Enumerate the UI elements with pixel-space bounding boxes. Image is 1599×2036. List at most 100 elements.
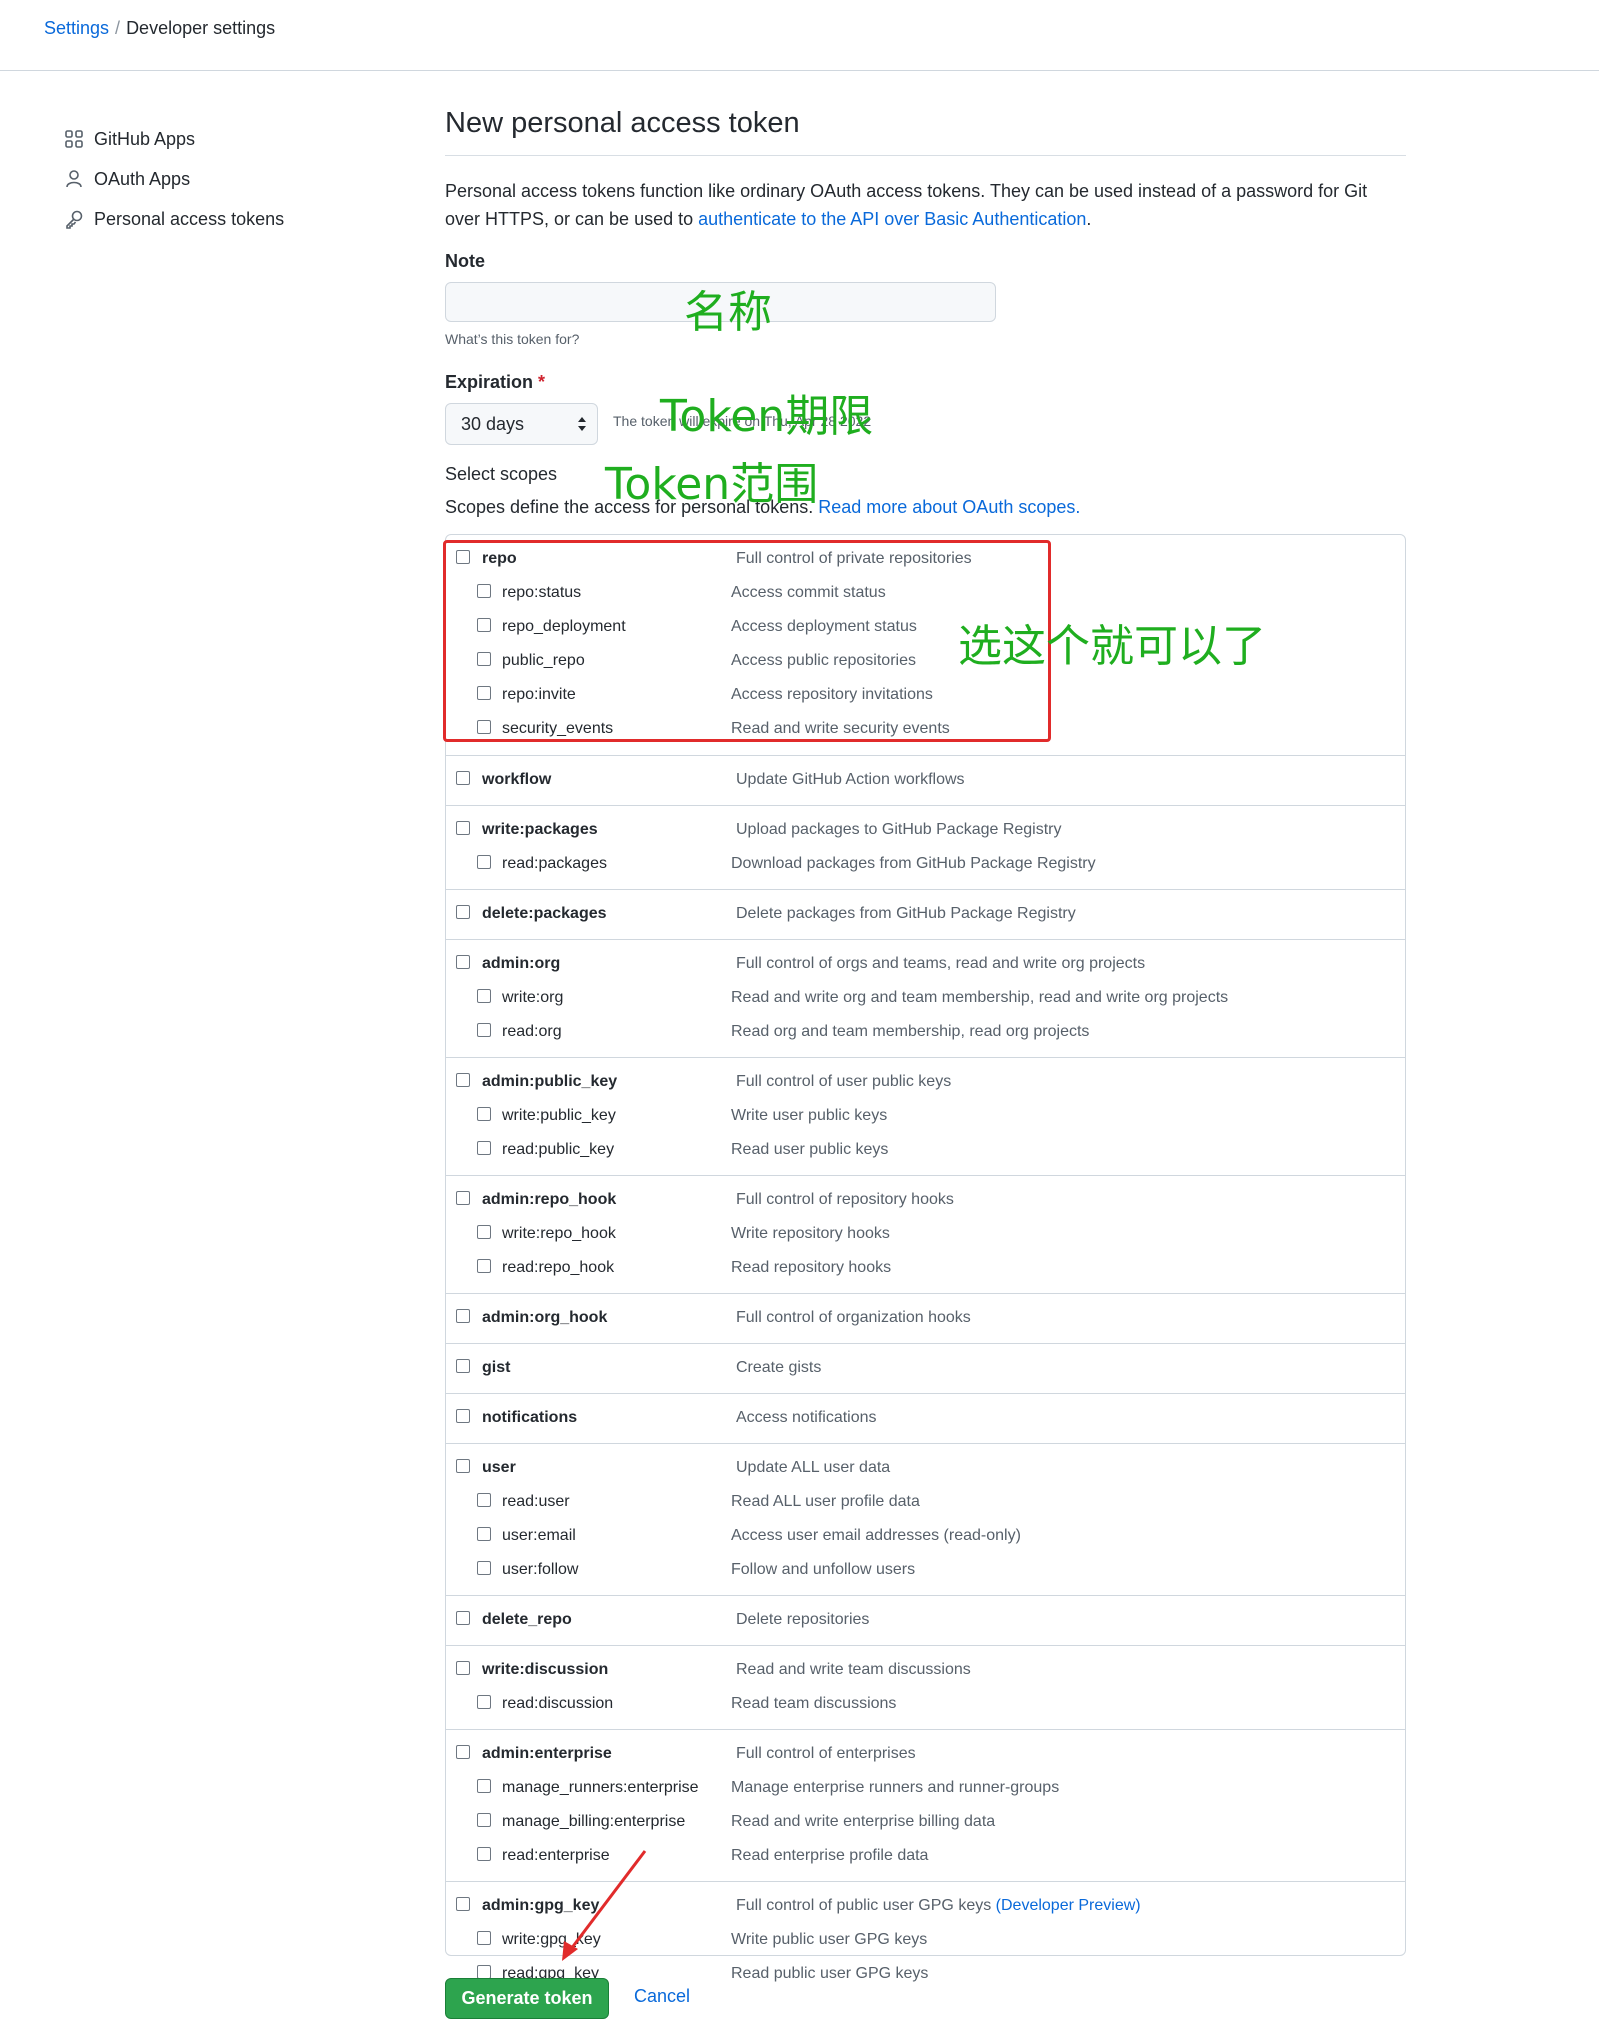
scope-name[interactable]: write:public_key <box>502 1105 616 1127</box>
scope-row-gist: gist Create gists <box>446 1357 1405 1391</box>
scope-name[interactable]: notifications <box>482 1407 577 1429</box>
generate-token-button[interactable]: Generate token <box>445 1978 609 2019</box>
scope-name[interactable]: user <box>482 1457 516 1479</box>
scope-checkbox[interactable] <box>456 1661 470 1675</box>
scope-row-workflow: workflow Update GitHub Action workflows <box>446 769 1405 803</box>
scope-row-read-packages: read:packages Download packages from GitH… <box>446 853 1405 887</box>
scope-name[interactable]: write:repo_hook <box>502 1223 616 1245</box>
scope-checkbox[interactable] <box>456 1745 470 1759</box>
oauth-scopes-link[interactable]: Read more about OAuth scopes. <box>818 497 1080 517</box>
sidebar-item-personal-access-tokens[interactable]: Personal access tokens <box>64 199 364 239</box>
scope-checkbox[interactable] <box>456 1611 470 1625</box>
scope-checkbox[interactable] <box>477 1225 491 1239</box>
scope-description-text: Read repository hooks <box>731 1259 892 1276</box>
scope-name[interactable]: read:discussion <box>502 1693 613 1715</box>
scope-description-text: Access user email addresses (read-only) <box>731 1527 1021 1544</box>
scope-name[interactable]: write:packages <box>482 819 598 841</box>
scope-row-write-public-key: write:public_key Write user public keys <box>446 1105 1405 1139</box>
scope-checkbox[interactable] <box>456 1073 470 1087</box>
scope-name[interactable]: read:packages <box>502 853 607 875</box>
scope-checkbox[interactable] <box>477 1107 491 1121</box>
scope-name[interactable]: read:public_key <box>502 1139 614 1161</box>
scope-checkbox[interactable] <box>456 1191 470 1205</box>
scope-row-notifications: notifications Access notifications <box>446 1407 1405 1441</box>
scope-description: Access notifications <box>736 1407 877 1429</box>
scope-checkbox[interactable] <box>456 1309 470 1323</box>
scope-checkbox[interactable] <box>456 905 470 919</box>
scope-name[interactable]: admin:enterprise <box>482 1743 612 1765</box>
basic-auth-link[interactable]: authenticate to the API over Basic Authe… <box>698 209 1086 229</box>
scope-description-text: Delete repositories <box>736 1611 870 1628</box>
scope-checkbox[interactable] <box>477 1931 491 1945</box>
sidebar-item-github-apps[interactable]: GitHub Apps <box>64 119 364 159</box>
scope-checkbox[interactable] <box>456 1409 470 1423</box>
scope-checkbox[interactable] <box>477 1259 491 1273</box>
scope-group: notifications Access notifications <box>446 1393 1405 1443</box>
scope-checkbox[interactable] <box>456 1459 470 1473</box>
scope-checkbox[interactable] <box>477 1965 491 1979</box>
scope-checkbox[interactable] <box>456 821 470 835</box>
scope-name[interactable]: admin:public_key <box>482 1071 617 1093</box>
scope-name[interactable]: admin:org <box>482 953 560 975</box>
scope-name[interactable]: admin:repo_hook <box>482 1189 616 1211</box>
scope-description: Read public user GPG keys <box>731 1963 928 1985</box>
scope-name[interactable]: user:email <box>502 1525 576 1547</box>
sidebar-item-oauth-apps[interactable]: OAuth Apps <box>64 159 364 199</box>
scope-name[interactable]: user:follow <box>502 1559 578 1581</box>
scope-name[interactable]: read:user <box>502 1491 570 1513</box>
scope-checkbox[interactable] <box>477 1527 491 1541</box>
scope-group: delete:packages Delete packages from GitH… <box>446 889 1405 939</box>
scope-checkbox[interactable] <box>477 1779 491 1793</box>
scope-description-text: Read enterprise profile data <box>731 1847 929 1864</box>
expiration-label: Expiration * <box>445 372 545 393</box>
scope-checkbox[interactable] <box>477 1141 491 1155</box>
scope-description-text: Write user public keys <box>731 1107 888 1124</box>
scope-checkbox[interactable] <box>477 1023 491 1037</box>
scope-name[interactable]: read:repo_hook <box>502 1257 614 1279</box>
scope-description-text: Full control of user public keys <box>736 1073 952 1090</box>
scope-name[interactable]: manage_billing:enterprise <box>502 1811 685 1833</box>
scope-checkbox[interactable] <box>477 1561 491 1575</box>
scope-description: Read and write team discussions <box>736 1659 971 1681</box>
sidebar-item-label: Personal access tokens <box>94 208 285 229</box>
scope-description-text: Create gists <box>736 1359 822 1376</box>
scope-name[interactable]: delete_repo <box>482 1609 572 1631</box>
scope-name[interactable]: manage_runners:enterprise <box>502 1777 699 1799</box>
scope-name[interactable]: gist <box>482 1357 510 1379</box>
scope-checkbox[interactable] <box>456 771 470 785</box>
scope-description-text: Access notifications <box>736 1409 877 1426</box>
scope-checkbox[interactable] <box>477 989 491 1003</box>
scope-description: Write repository hooks <box>731 1223 890 1245</box>
scope-checkbox[interactable] <box>456 1359 470 1373</box>
scope-checkbox[interactable] <box>456 1897 470 1911</box>
scope-name[interactable]: workflow <box>482 769 551 791</box>
scope-name[interactable]: write:org <box>502 987 563 1009</box>
scope-description: Access user email addresses (read-only) <box>731 1525 1021 1547</box>
scope-description-text: Download packages from GitHub Package Re… <box>731 855 1096 872</box>
scope-checkbox[interactable] <box>456 955 470 969</box>
scope-name[interactable]: write:discussion <box>482 1659 608 1681</box>
scope-checkbox[interactable] <box>477 1813 491 1827</box>
scope-checkbox[interactable] <box>477 1695 491 1709</box>
scope-group: admin:org Full control of orgs and teams,… <box>446 939 1405 1057</box>
scope-name[interactable]: delete:packages <box>482 903 607 925</box>
scope-checkbox[interactable] <box>477 1493 491 1507</box>
cancel-link[interactable]: Cancel <box>634 1986 690 2007</box>
scope-row-read-repo-hook: read:repo_hook Read repository hooks <box>446 1257 1405 1291</box>
select-arrows-icon <box>578 417 586 431</box>
breadcrumb-separator: / <box>115 18 121 38</box>
developer-preview-link[interactable]: (Developer Preview) <box>996 1897 1141 1914</box>
scope-description: Full control of enterprises <box>736 1743 916 1765</box>
breadcrumb-settings-link[interactable]: Settings <box>44 18 109 38</box>
scope-checkbox[interactable] <box>477 1847 491 1861</box>
scope-row-manage-runners-enterprise: manage_runners:enterprise Manage enterpri… <box>446 1777 1405 1811</box>
scope-name[interactable]: read:org <box>502 1021 562 1043</box>
expiration-selected-value: 30 days <box>461 414 525 434</box>
scope-description: Download packages from GitHub Package Re… <box>731 853 1096 875</box>
scope-description: Update ALL user data <box>736 1457 890 1479</box>
scope-description: Read ALL user profile data <box>731 1491 920 1513</box>
expiration-select[interactable]: 30 days <box>445 403 598 445</box>
scope-checkbox[interactable] <box>477 855 491 869</box>
scope-description: Create gists <box>736 1357 821 1379</box>
scope-name[interactable]: admin:org_hook <box>482 1307 607 1329</box>
